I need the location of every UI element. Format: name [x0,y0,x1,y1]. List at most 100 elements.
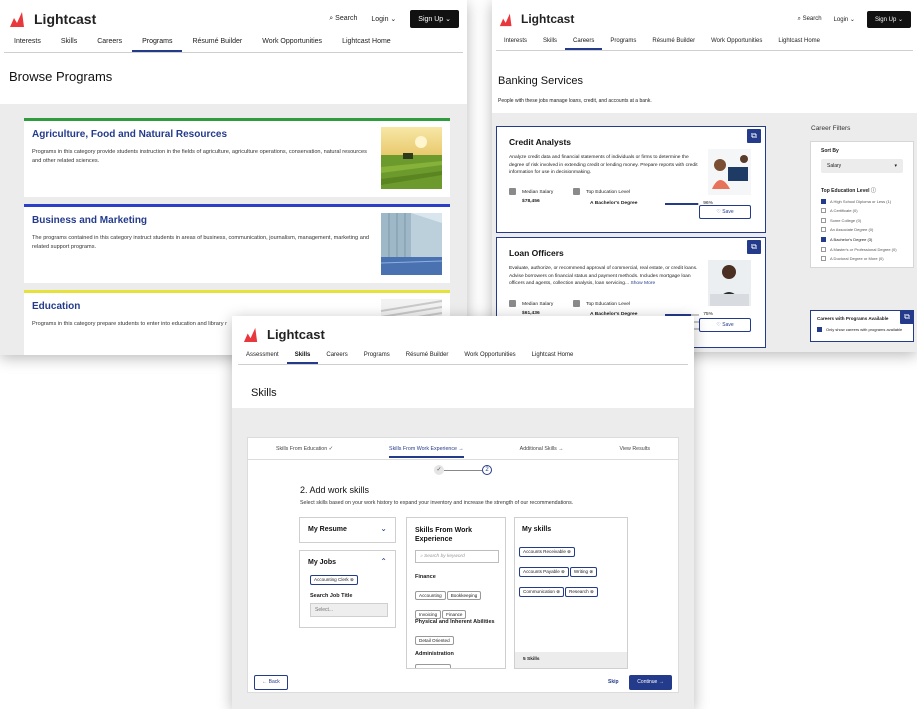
selected-skill-chip[interactable]: Research ⊗ [565,587,598,597]
checkbox[interactable] [821,246,826,252]
edu-option-checkbox[interactable]: A Certificate (0) [821,208,903,214]
sort-select[interactable]: Salary ▾ [821,159,903,173]
nav-item-resume-builder[interactable]: Résumé Builder [644,38,703,50]
brand-name: Lightcast [267,326,325,342]
sort-label: Sort By [821,148,839,154]
programs-available-title: Careers with Programs Available [817,316,889,321]
program-card-business[interactable]: Business and Marketing The programs cont… [24,204,450,283]
nav-item-assessment[interactable]: Assessment [238,352,287,364]
nav-item-lightcast-home[interactable]: Lightcast Home [524,352,582,364]
my-resume-accordion[interactable]: My Resume ⌄ [299,517,396,543]
program-card-agriculture[interactable]: Agriculture, Food and Natural Resources … [24,118,450,197]
step-done-icon: ✓ [434,465,444,475]
edu-option-checkbox[interactable]: A Master's or Professional Degree (0) [821,246,903,252]
job-title[interactable]: Credit Analysts [509,137,765,147]
bookmark-icon[interactable]: ⧉ [747,240,761,254]
office-building-image [381,213,442,275]
skill-chip[interactable]: Accounting [415,591,446,600]
save-button[interactable]: ♡ Save [699,205,751,219]
lightcast-logo[interactable]: Lightcast [498,12,574,27]
nav-item-resume-builder[interactable]: Résumé Builder [182,38,252,52]
nav-item-work-opportunities[interactable]: Work Opportunities [456,352,523,364]
nav-item-resume-builder[interactable]: Résumé Builder [398,352,457,364]
nav-item-work-opportunities[interactable]: Work Opportunities [703,38,770,50]
job-chip-accounting-clerk[interactable]: Accounting Clerk ⊗ [310,575,358,585]
edu-option-checkbox[interactable]: Some College (0) [821,217,903,223]
login-link[interactable]: Login ⌄ [834,16,855,23]
nav-item-programs[interactable]: Programs [132,38,183,52]
show-more-link[interactable]: Show More [630,281,655,286]
signup-button[interactable]: Sign Up ⌄ [866,10,911,28]
selected-skill-chip[interactable]: Communication ⊗ [519,587,565,597]
skill-search-input[interactable]: ⌕ Search by keyword [415,550,499,563]
skip-link[interactable]: Skip [608,679,619,685]
step-skills-from-education[interactable]: Skills From Education ✓ [276,446,333,452]
search-link[interactable]: ⌕ Search [329,15,357,23]
skill-chip[interactable]: Finance [442,610,467,619]
search-job-input[interactable] [310,603,388,617]
nav-item-careers[interactable]: Careers [87,38,132,52]
nav-item-interests[interactable]: Interests [4,38,51,52]
selected-skill-chip[interactable]: Writing ⊗ [569,567,598,577]
nav-item-programs[interactable]: Programs [356,352,398,364]
signup-button[interactable]: Sign Up ⌄ [410,10,459,28]
checkbox[interactable] [821,198,826,204]
bookmark-icon[interactable]: ⧉ [747,129,761,143]
checkbox[interactable] [821,236,826,242]
info-icon[interactable]: ⓘ [871,188,876,194]
checkbox[interactable] [821,227,826,233]
graduation-cap-icon [573,300,580,307]
edu-option-checkbox[interactable]: An Associate Degree (0) [821,227,903,233]
edu-option-checkbox[interactable]: A High School Diploma or Less (1) [821,198,903,204]
skill-chip[interactable] [415,664,451,668]
back-button[interactable]: ← Back [254,675,288,690]
filters-panel: Sort By Salary ▾ Top Education Level ⓘ A … [810,141,914,269]
selected-skill-chip[interactable]: Accounts Receivable ⊗ [519,547,576,557]
job-title[interactable]: Loan Officers [509,248,765,258]
nav-item-skills[interactable]: Skills [535,38,565,50]
edu-option-checkbox[interactable]: A Doctoral Degree or More (0) [821,256,903,262]
nav-item-programs[interactable]: Programs [602,38,644,50]
agriculture-field-image [381,127,442,189]
header-bar: Lightcast [232,316,694,352]
window-browse-programs: Lightcast ⌕ Search Login ⌄ Sign Up ⌄ Int… [0,0,467,355]
edu-option-checkbox[interactable]: A Bachelor's Degree (3) [821,236,903,242]
step-view-results[interactable]: View Results [619,446,650,452]
selected-skill-chip[interactable]: Accounts Payable ⊗ [519,567,569,577]
step-additional-skills[interactable]: Additional Skills → [520,446,564,452]
education-options: A High School Diploma or Less (1) A Cert… [821,198,903,262]
search-link[interactable]: ⌕ Search [798,16,822,23]
nav-item-work-opportunities[interactable]: Work Opportunities [252,38,332,52]
skill-group-title: Administration [415,651,454,657]
skill-chip[interactable]: Detail Oriented [415,636,454,645]
lightcast-logo[interactable]: Lightcast [8,10,96,28]
chevron-down-icon[interactable]: ⌄ [380,524,387,533]
bookmark-icon[interactable]: ⧉ [900,310,914,324]
programs-available-checkbox[interactable]: Only show careers with programs availabl… [817,327,907,332]
nav-item-skills[interactable]: Skills [51,38,87,52]
career-filters: Career Filters Sort By Salary ▾ Top Educa… [810,125,914,269]
search-job-label: Search Job Title [310,593,353,599]
job-card-credit-analysts[interactable]: ⧉ Credit Analysts Analyze credit data an… [496,126,766,233]
checkbox[interactable] [817,327,822,332]
nav-item-skills[interactable]: Skills [286,352,319,364]
checkbox[interactable] [821,208,826,214]
login-link[interactable]: Login ⌄ [371,15,396,23]
skill-chip[interactable]: Bookkeeping [446,591,482,600]
lightcast-logo[interactable]: Lightcast [242,326,325,343]
step-connector [444,469,482,471]
continue-button[interactable]: Continue → [629,675,672,690]
page-title: Browse Programs [9,69,113,84]
nav-item-interests[interactable]: Interests [496,38,535,50]
window-banking-services: Lightcast ⌕ Search Login ⌄ Sign Up ⌄ Int… [492,0,917,352]
step-skills-from-work-experience[interactable]: Skills From Work Experience → [389,446,464,458]
nav-item-careers[interactable]: Careers [565,38,603,50]
nav-item-lightcast-home[interactable]: Lightcast Home [332,38,401,52]
checkbox[interactable] [821,217,826,223]
nav-item-lightcast-home[interactable]: Lightcast Home [770,38,828,50]
nav-item-careers[interactable]: Careers [318,352,355,364]
save-button[interactable]: ♡ Save [699,318,751,332]
skill-chip[interactable]: Invoicing [415,610,442,619]
chevron-up-icon[interactable]: ⌃ [380,557,387,566]
checkbox[interactable] [821,256,826,262]
